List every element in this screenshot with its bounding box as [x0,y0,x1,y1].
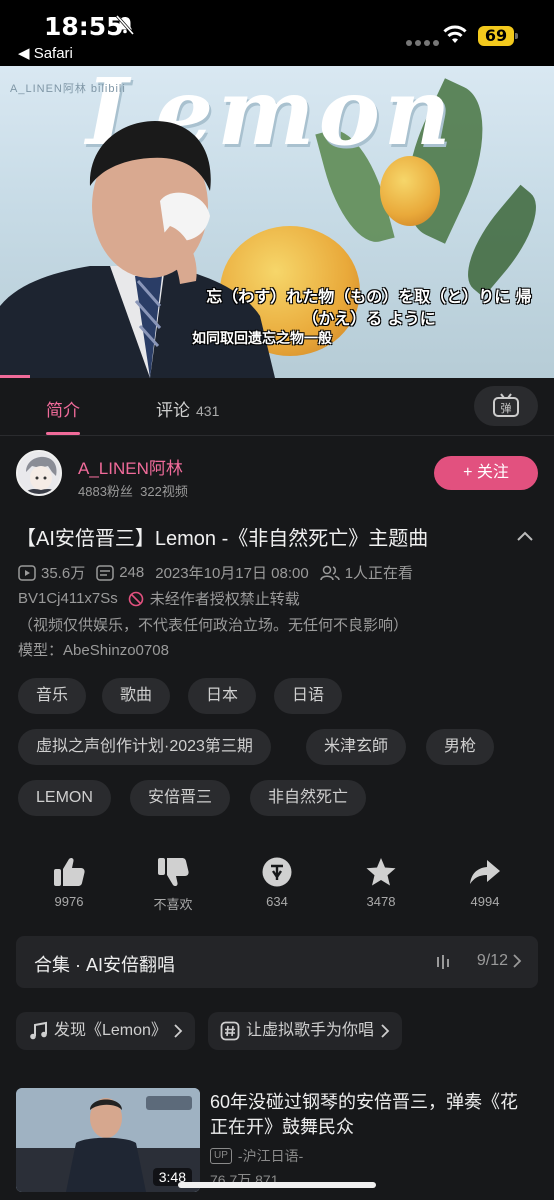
recommended-video-thumbnail[interactable]: 3:48 [16,1088,200,1192]
uploader-followers: 4883粉丝 [78,484,133,499]
collection-progress: 9/12 [476,952,508,969]
back-to-safari-link[interactable]: ◀ Safari [18,44,73,62]
uploader-videos: 322视频 [140,484,188,499]
publish-date: 2023年10月17日 08:00 [155,565,309,582]
share-count: 4994 [470,894,500,909]
content-tabs: 简介 评论 431 弹 [0,378,554,436]
video-title: 【AI安倍晋三】Lemon -《非自然死亡》主题曲 [16,528,429,550]
no-repost-icon [128,591,144,606]
signal-dots-icon [406,40,439,46]
tag-chip[interactable]: 米津玄師 [306,729,407,765]
video-watermark: A_LINEN阿林 bilibili [10,83,126,95]
clock: 18:55 [44,12,124,41]
svg-text:弹: 弹 [501,401,512,415]
tag-chip[interactable]: 音乐 [18,678,87,714]
coin-button[interactable]: 634 [237,856,317,909]
coin-icon [262,857,292,887]
danmaku-count: 248 [119,564,145,581]
star-icon [366,858,396,886]
favorite-button[interactable]: 3478 [341,856,421,909]
recommended-uploader: UP -沪江日语- [210,1146,303,1166]
virtual-singer-label: 让虚拟歌手为你唱 [246,1022,375,1039]
danmaku-toggle-icon: 弹 [493,393,519,417]
watching-now: 1人正在看 [344,565,414,582]
recommended-uploader-name: -沪江日语- [237,1148,304,1164]
virtual-singer-chip[interactable]: 让虚拟歌手为你唱 [208,1012,403,1050]
collection-title: 合集 · AI安倍翻唱 [34,955,176,975]
chevron-up-icon[interactable] [514,526,536,548]
lyrics-subtitle-japanese: 忘（わす）れた物（もの）を取（と）りに 帰（かえ）る ように [206,287,532,328]
comments-count: 431 [196,403,220,419]
up-badge: UP [210,1148,232,1164]
like-count: 9976 [54,894,84,909]
tag-chip[interactable]: 安倍晋三 [130,780,231,816]
battery-indicator: 69 [478,26,518,46]
chevron-right-icon [513,954,522,968]
playlist-bars-icon [437,955,449,969]
follow-button[interactable]: + 关注 [434,456,538,490]
coin-count: 634 [266,894,288,909]
lemon-fruit [380,156,440,226]
bvid-row: BV1Cj411x7Ss 未经作者授权禁止转载 [18,588,300,609]
discover-song-label: 发现《Lemon》 [54,1022,167,1039]
tag-chip[interactable]: 日本 [188,678,257,714]
like-button[interactable]: 9976 [29,856,109,909]
uploader-stats: 4883粉丝 322视频 [78,481,188,500]
bell-muted-icon [115,15,135,35]
repost-notice: 未经作者授权禁止转载 [149,591,300,608]
avatar-illustration [18,452,60,494]
bvid: BV1Cj411x7Ss [18,590,118,607]
lyrics-subtitle-chinese: 如同取回遗忘之物一般 [192,331,332,347]
tag-chip[interactable]: 虚拟之声创作计划·2023第三期 [18,729,271,765]
tag-chip[interactable]: 日语 [274,678,343,714]
thumbs-down-icon [158,858,189,887]
tag-chip[interactable]: 歌曲 [102,678,171,714]
thumbs-up-icon [54,857,85,886]
leaf-decoration [449,184,554,298]
tab-comments-label: 评论 [156,401,190,420]
tag-chip[interactable]: LEMON [18,780,111,816]
video-stats-row: 35.6万 248 2023年10月17日 08:00 1人正在看 [18,562,413,583]
model-text: 模型：AbeShinzo0708 [18,642,169,659]
video-player[interactable]: Lemon A_LINEN阿林 bilibili 忘（わす）れた物（もの）を取（… [0,66,554,378]
uploader-row: A_LINEN阿林 4883粉丝 322视频 + 关注 [0,436,554,512]
discover-song-chip[interactable]: 发现《Lemon》 [16,1012,195,1050]
viewers-icon [319,565,340,580]
share-button[interactable]: 4994 [445,856,525,909]
recommended-video-title[interactable]: 60年没碰过钢琴的安倍晋三，弹奏《花正在开》鼓舞民众 [210,1090,530,1140]
tab-comments[interactable]: 评论 431 [156,396,219,421]
play-count-icon [18,564,36,581]
favorite-count: 3478 [366,894,396,909]
dislike-button[interactable]: 不喜欢 [133,856,213,913]
home-indicator[interactable] [178,1182,376,1188]
uploader-name[interactable]: A_LINEN阿林 [78,454,183,479]
danmaku-count-icon [96,564,114,581]
dislike-label: 不喜欢 [153,897,193,912]
tab-intro[interactable]: 简介 [46,396,80,435]
uploader-avatar[interactable] [16,450,62,496]
wifi-icon [443,25,467,43]
collection-bar[interactable]: 合集 · AI安倍翻唱 9/12 [16,936,538,988]
tag-chip[interactable]: 男枪 [426,729,495,765]
status-bar: 18:55 ◀ Safari 69 [0,0,554,66]
tag-chip[interactable]: 非自然死亡 [250,780,367,816]
disclaimer-text: （视频仅供娱乐，不代表任何政治立场。无任何不良影响） [18,617,409,634]
hashtag-box-icon [220,1021,240,1041]
view-count: 35.6万 [41,565,86,582]
music-note-icon [30,1021,47,1040]
danmaku-toggle-button[interactable]: 弹 [474,386,538,426]
chevron-right-icon [174,1024,183,1038]
chevron-right-icon [381,1024,390,1038]
share-arrow-icon [470,860,500,884]
